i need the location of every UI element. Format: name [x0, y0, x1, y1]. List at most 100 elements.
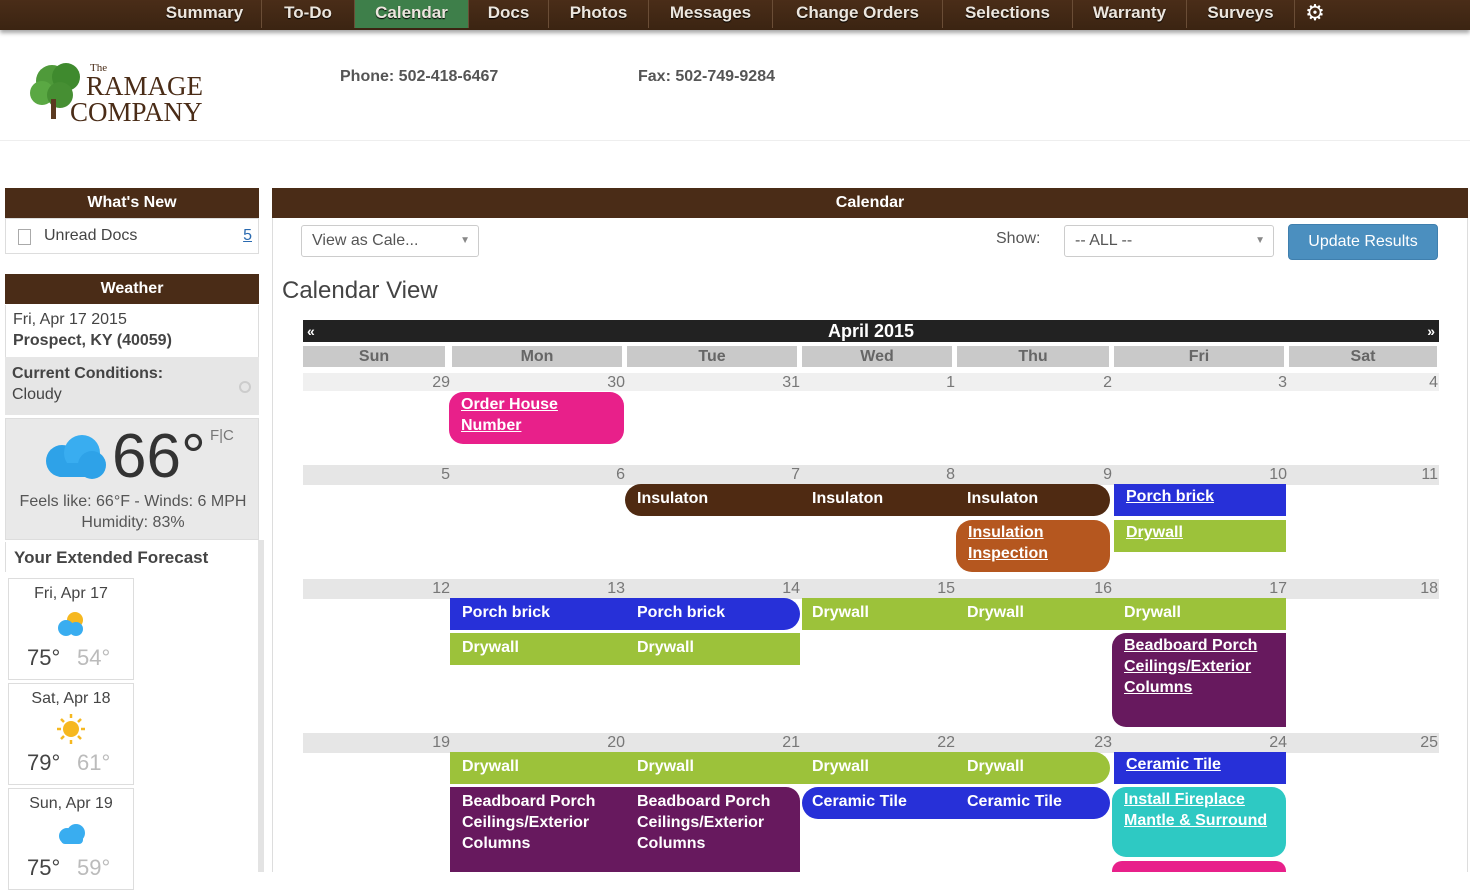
day-number[interactable]: 13 [585, 580, 625, 598]
day-number[interactable]: 21 [760, 734, 800, 752]
event-label: Porch brick [637, 604, 726, 621]
day-number[interactable]: 14 [760, 580, 800, 598]
previous-month-button[interactable]: « [307, 320, 315, 342]
temperature-unit-toggle[interactable]: F|C [210, 427, 234, 444]
day-number[interactable]: 8 [915, 466, 955, 484]
forecast-high: 75° [27, 855, 61, 880]
day-number[interactable]: 6 [585, 466, 625, 484]
day-number[interactable]: 5 [410, 466, 450, 484]
view-mode-select[interactable]: View as Cale... ▼ [301, 225, 479, 257]
weekday-mon: Mon [452, 346, 622, 367]
fax-number: Fax: 502-749-9284 [638, 68, 775, 85]
unread-docs-row[interactable]: Unread Docs 5 [5, 218, 259, 254]
event-drywall[interactable]: Drywall [1114, 520, 1286, 552]
event-label: Beadboard Porch Ceilings/Exterior Column… [637, 793, 771, 852]
nav-summary[interactable]: Summary [148, 0, 262, 28]
show-filter-value: -- ALL -- [1075, 232, 1133, 249]
calendar-panel-header: Calendar [272, 188, 1468, 218]
sidebar-edge [258, 540, 264, 872]
event-install-fireplace[interactable]: Install Fireplace Mantle & Surround [1112, 787, 1286, 857]
forecast-low: 59° [77, 855, 111, 880]
nav-docs[interactable]: Docs [469, 0, 549, 28]
day-number[interactable]: 25 [1398, 734, 1438, 752]
day-number[interactable]: 9 [1072, 466, 1112, 484]
day-number[interactable]: 12 [410, 580, 450, 598]
day-number[interactable]: 17 [1247, 580, 1287, 598]
event-label: Ceramic Tile [812, 793, 907, 810]
day-number[interactable]: 1 [915, 374, 955, 392]
event-label: Beadboard Porch Ceilings/Exterior Column… [462, 793, 596, 852]
event-drywall[interactable]: Drywall Drywall Drywall [802, 598, 1286, 630]
refresh-icon[interactable] [239, 381, 251, 393]
event-partial[interactable] [1112, 861, 1286, 872]
day-number[interactable]: 3 [1247, 374, 1287, 392]
forecast-low: 61° [77, 750, 111, 775]
unread-docs-label: Unread Docs [44, 227, 138, 244]
nav-change-orders[interactable]: Change Orders [773, 0, 943, 28]
nav-photos[interactable]: Photos [549, 0, 649, 28]
event-label: Drywall [637, 639, 694, 656]
svg-text:COMPANY: COMPANY [70, 97, 203, 127]
show-filter-label: Show: [996, 230, 1041, 247]
event-order-house-number[interactable]: Order House Number [449, 392, 624, 444]
day-number[interactable]: 19 [410, 734, 450, 752]
next-month-button[interactable]: » [1427, 320, 1435, 342]
show-filter-select[interactable]: -- ALL -- ▼ [1064, 225, 1274, 257]
event-label: Insulaton [967, 490, 1039, 507]
whats-new-header: What's New [5, 188, 259, 218]
forecast-day: Fri, Apr 17 75° 54° [8, 578, 134, 680]
day-number[interactable]: 23 [1072, 734, 1112, 752]
weekday-sat: Sat [1289, 346, 1437, 367]
event-label: Drywall [637, 758, 694, 775]
day-number[interactable]: 11 [1398, 466, 1438, 484]
nav-warranty[interactable]: Warranty [1073, 0, 1187, 28]
day-number[interactable]: 29 [410, 374, 450, 392]
day-number[interactable]: 15 [915, 580, 955, 598]
company-logo[interactable]: The RAMAGE COMPANY [24, 55, 214, 127]
chevron-down-icon: ▼ [460, 235, 470, 246]
day-number[interactable]: 31 [760, 374, 800, 392]
event-beadboard-porch[interactable]: Beadboard Porch Ceilings/Exterior Column… [1112, 633, 1286, 727]
day-number[interactable]: 30 [585, 374, 625, 392]
extended-forecast-title: Your Extended Forecast [5, 542, 259, 572]
day-number[interactable]: 22 [915, 734, 955, 752]
event-beadboard-porch[interactable]: Beadboard Porch Ceilings/Exterior Column… [450, 787, 800, 872]
top-nav: Summary To-Do Calendar Docs Photos Messa… [0, 0, 1470, 30]
current-conditions: Current Conditions: Cloudy [5, 357, 259, 415]
gear-icon[interactable]: ⚙ [1300, 0, 1330, 28]
day-number[interactable]: 2 [1072, 374, 1112, 392]
document-icon [18, 229, 31, 245]
day-number[interactable]: 24 [1247, 734, 1287, 752]
day-number[interactable]: 16 [1072, 580, 1112, 598]
update-results-button[interactable]: Update Results [1288, 224, 1438, 260]
nav-calendar[interactable]: Calendar [355, 0, 469, 28]
forecast-date: Fri, Apr 17 [34, 585, 108, 602]
nav-selections[interactable]: Selections [943, 0, 1073, 28]
unread-docs-count[interactable]: 5 [243, 227, 252, 245]
event-porch-brick[interactable]: Porch brick Porch brick [450, 598, 800, 630]
event-ceramic-tile[interactable]: Ceramic Tile [1114, 752, 1286, 784]
day-number[interactable]: 4 [1398, 374, 1438, 392]
event-label: Drywall [812, 758, 869, 775]
day-number[interactable]: 20 [585, 734, 625, 752]
event-ceramic-tile[interactable]: Ceramic Tile Ceramic Tile [802, 787, 1110, 819]
nav-surveys[interactable]: Surveys [1187, 0, 1295, 28]
calendar-view-title: Calendar View [282, 277, 438, 304]
weekday-wed: Wed [802, 346, 952, 367]
sun-icon [57, 714, 85, 744]
weekday-tue: Tue [627, 346, 797, 367]
nav-messages[interactable]: Messages [649, 0, 773, 28]
month-header: « April 2015 » [303, 320, 1439, 342]
nav-todo[interactable]: To-Do [262, 0, 355, 28]
event-label: Insulaton [812, 490, 884, 507]
event-drywall[interactable]: Drywall Drywall [450, 633, 800, 665]
weekday-fri: Fri [1114, 346, 1284, 367]
event-drywall[interactable]: Drywall Drywall Drywall Drywall [450, 752, 1110, 784]
event-insulation-inspection[interactable]: Insulation Inspection [956, 520, 1110, 572]
cloud-icon [46, 435, 106, 479]
event-porch-brick[interactable]: Porch brick [1114, 484, 1286, 516]
day-number[interactable]: 7 [760, 466, 800, 484]
day-number[interactable]: 10 [1247, 466, 1287, 484]
day-number[interactable]: 18 [1398, 580, 1438, 598]
event-insulation[interactable]: Insulaton Insulaton Insulaton [625, 484, 1110, 516]
